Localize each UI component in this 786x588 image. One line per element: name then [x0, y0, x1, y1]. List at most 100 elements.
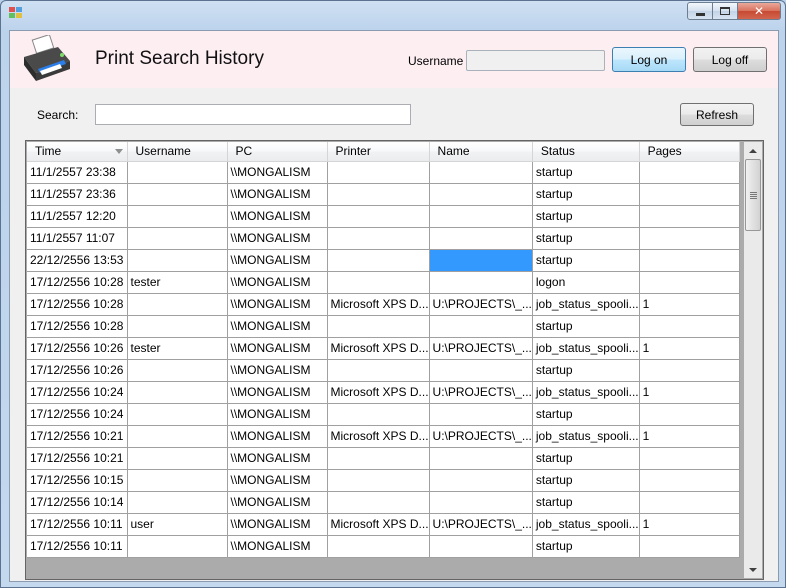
- cell-pages[interactable]: 1: [639, 337, 740, 360]
- cell-status[interactable]: startup: [532, 447, 640, 470]
- cell-username[interactable]: [127, 403, 228, 426]
- cell-username[interactable]: [127, 447, 228, 470]
- cell-time[interactable]: 17/12/2556 10:11: [27, 513, 128, 536]
- cell-pages[interactable]: 1: [639, 293, 740, 316]
- cell-pages[interactable]: [639, 227, 740, 250]
- cell-printer[interactable]: [327, 227, 430, 250]
- cell-name[interactable]: [429, 447, 533, 470]
- column-header-pc[interactable]: PC: [227, 142, 328, 162]
- cell-name[interactable]: [429, 535, 533, 558]
- cell-printer[interactable]: [327, 315, 430, 338]
- cell-pc[interactable]: \\MONGALISM: [227, 249, 328, 272]
- cell-pc[interactable]: \\MONGALISM: [227, 447, 328, 470]
- cell-pc[interactable]: \\MONGALISM: [227, 271, 328, 294]
- scroll-down-button[interactable]: [744, 561, 762, 578]
- cell-name[interactable]: [429, 491, 533, 514]
- logoff-button[interactable]: Log off: [693, 47, 767, 72]
- table-row[interactable]: 17/12/2556 10:28 \\MONGALISM Microsoft XPS…: [27, 293, 740, 316]
- table-row[interactable]: 17/12/2556 10:21 \\MONGALISM Microsoft XPS…: [27, 425, 740, 448]
- table-row[interactable]: 17/12/2556 10:21 \\MONGALISM startup: [27, 447, 740, 470]
- cell-printer[interactable]: [327, 403, 430, 426]
- cell-username[interactable]: [127, 205, 228, 228]
- cell-username[interactable]: [127, 381, 228, 404]
- cell-time[interactable]: 17/12/2556 10:21: [27, 425, 128, 448]
- cell-username[interactable]: [127, 491, 228, 514]
- cell-name[interactable]: U:\PROJECTS\_...: [429, 513, 533, 536]
- cell-pc[interactable]: \\MONGALISM: [227, 425, 328, 448]
- table-row[interactable]: 17/12/2556 10:28 tester \\MONGALISM logon: [27, 271, 740, 294]
- cell-printer[interactable]: Microsoft XPS D...: [327, 513, 430, 536]
- cell-time[interactable]: 17/12/2556 10:28: [27, 315, 128, 338]
- cell-status[interactable]: startup: [532, 227, 640, 250]
- cell-pages[interactable]: 1: [639, 425, 740, 448]
- cell-time[interactable]: 17/12/2556 10:28: [27, 293, 128, 316]
- cell-username[interactable]: [127, 249, 228, 272]
- cell-pages[interactable]: [639, 359, 740, 382]
- cell-time[interactable]: 17/12/2556 10:26: [27, 359, 128, 382]
- column-header-status[interactable]: Status: [532, 142, 640, 162]
- cell-username[interactable]: [127, 425, 228, 448]
- cell-status[interactable]: startup: [532, 205, 640, 228]
- column-header-name[interactable]: Name: [429, 142, 533, 162]
- cell-name[interactable]: [429, 161, 533, 184]
- cell-name[interactable]: [429, 403, 533, 426]
- cell-name[interactable]: U:\PROJECTS\_...: [429, 425, 533, 448]
- cell-time[interactable]: 22/12/2556 13:53: [27, 249, 128, 272]
- table-row[interactable]: 17/12/2556 10:26 tester \\MONGALISM Microso…: [27, 337, 740, 360]
- cell-username[interactable]: [127, 469, 228, 492]
- cell-username[interactable]: [127, 183, 228, 206]
- scroll-thumb[interactable]: [745, 159, 761, 231]
- cell-pages[interactable]: [639, 315, 740, 338]
- cell-printer[interactable]: [327, 535, 430, 558]
- cell-pc[interactable]: \\MONGALISM: [227, 205, 328, 228]
- cell-time[interactable]: 17/12/2556 10:24: [27, 381, 128, 404]
- cell-username[interactable]: [127, 227, 228, 250]
- search-input[interactable]: [95, 104, 411, 125]
- cell-status[interactable]: startup: [532, 315, 640, 338]
- table-row[interactable]: 17/12/2556 10:28 \\MONGALISM startup: [27, 315, 740, 338]
- cell-pc[interactable]: \\MONGALISM: [227, 227, 328, 250]
- cell-pages[interactable]: [639, 535, 740, 558]
- cell-printer[interactable]: [327, 183, 430, 206]
- cell-pages[interactable]: [639, 183, 740, 206]
- cell-time[interactable]: 11/1/2557 23:36: [27, 183, 128, 206]
- cell-status[interactable]: startup: [532, 359, 640, 382]
- cell-pages[interactable]: 1: [639, 513, 740, 536]
- cell-name[interactable]: [429, 227, 533, 250]
- scroll-up-button[interactable]: [744, 142, 762, 159]
- table-row[interactable]: 17/12/2556 10:14 \\MONGALISM startup: [27, 491, 740, 514]
- cell-status[interactable]: job_status_spooli...: [532, 337, 640, 360]
- table-row[interactable]: 11/1/2557 23:38 \\MONGALISM startup: [27, 161, 740, 184]
- cell-pages[interactable]: [639, 205, 740, 228]
- cell-pages[interactable]: [639, 161, 740, 184]
- cell-pages[interactable]: [639, 271, 740, 294]
- cell-status[interactable]: job_status_spooli...: [532, 381, 640, 404]
- cell-status[interactable]: logon: [532, 271, 640, 294]
- cell-pc[interactable]: \\MONGALISM: [227, 513, 328, 536]
- cell-pc[interactable]: \\MONGALISM: [227, 337, 328, 360]
- cell-name[interactable]: U:\PROJECTS\_...: [429, 337, 533, 360]
- cell-printer[interactable]: Microsoft XPS D...: [327, 425, 430, 448]
- cell-printer[interactable]: Microsoft XPS D...: [327, 337, 430, 360]
- cell-name[interactable]: [429, 271, 533, 294]
- title-bar[interactable]: ✕: [1, 1, 786, 23]
- column-header-printer[interactable]: Printer: [327, 142, 430, 162]
- cell-pages[interactable]: [639, 491, 740, 514]
- cell-name[interactable]: [429, 205, 533, 228]
- cell-username[interactable]: [127, 161, 228, 184]
- cell-printer[interactable]: [327, 491, 430, 514]
- cell-status[interactable]: startup: [532, 535, 640, 558]
- cell-time[interactable]: 17/12/2556 10:26: [27, 337, 128, 360]
- cell-name[interactable]: [429, 315, 533, 338]
- table-row[interactable]: 11/1/2557 11:07 \\MONGALISM startup: [27, 227, 740, 250]
- cell-username[interactable]: [127, 315, 228, 338]
- cell-pages[interactable]: 1: [639, 381, 740, 404]
- cell-time[interactable]: 17/12/2556 10:28: [27, 271, 128, 294]
- cell-name[interactable]: U:\PROJECTS\_...: [429, 293, 533, 316]
- cell-pc[interactable]: \\MONGALISM: [227, 315, 328, 338]
- cell-time[interactable]: 17/12/2556 10:21: [27, 447, 128, 470]
- cell-printer[interactable]: Microsoft XPS D...: [327, 293, 430, 316]
- cell-printer[interactable]: [327, 469, 430, 492]
- cell-pages[interactable]: [639, 403, 740, 426]
- table-row[interactable]: 11/1/2557 12:20 \\MONGALISM startup: [27, 205, 740, 228]
